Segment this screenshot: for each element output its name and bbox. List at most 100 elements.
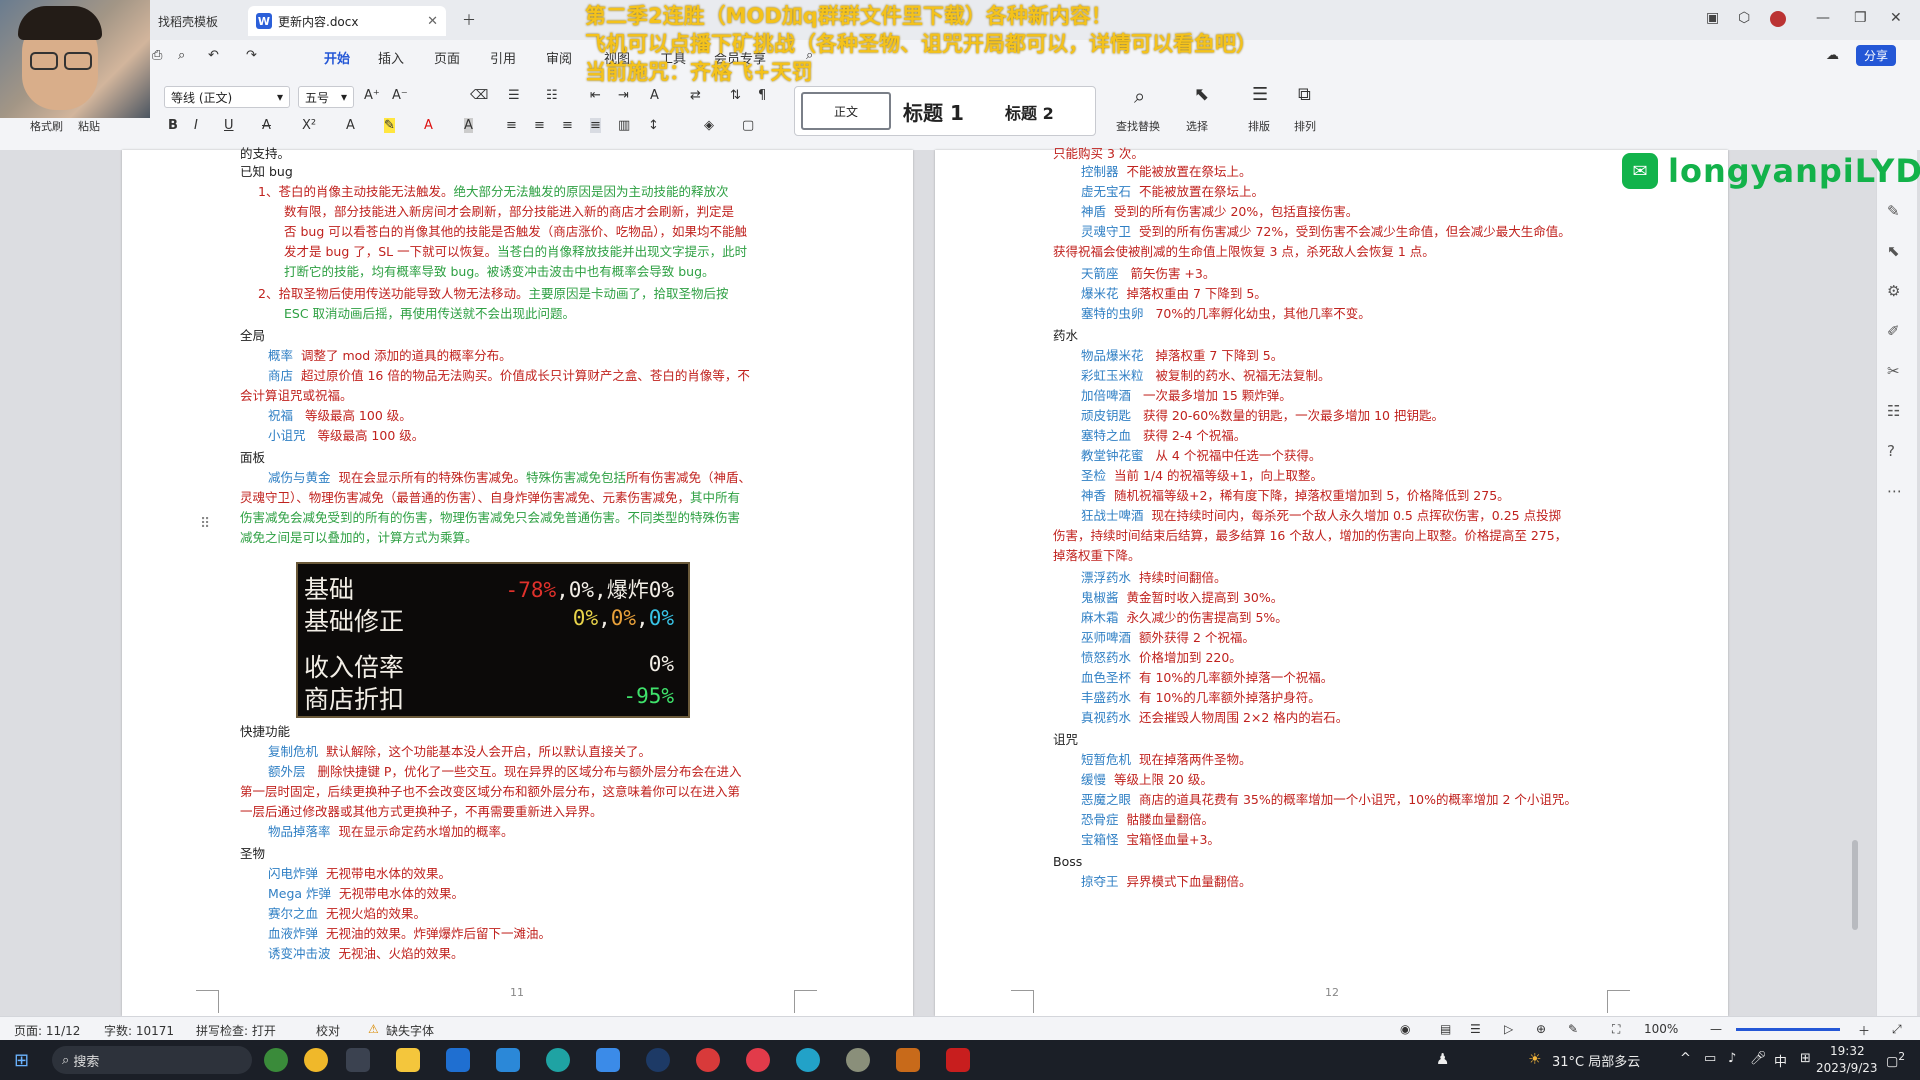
style-heading-2[interactable]: 标题 2 xyxy=(1005,100,1054,124)
numbering-icon[interactable]: ☷ xyxy=(546,88,558,103)
arrange-icon[interactable]: ⧉ xyxy=(1298,84,1311,105)
edge-icon[interactable] xyxy=(546,1048,570,1072)
fit-icon[interactable]: ⛶ xyxy=(1612,1022,1620,1037)
taskbar-search[interactable]: ⌕ 搜索 xyxy=(52,1046,252,1074)
drag-handle-icon[interactable]: ⠿ xyxy=(200,516,210,532)
char-shading-icon[interactable]: A xyxy=(464,118,473,133)
file-explorer-icon[interactable] xyxy=(396,1048,420,1072)
tab-page[interactable]: 页面 xyxy=(434,48,460,67)
grow-font-icon[interactable]: A⁺ xyxy=(364,88,380,103)
sliders-icon[interactable]: ⚙ xyxy=(1887,282,1900,300)
select-arrow-icon[interactable]: ⬉ xyxy=(1194,84,1209,105)
shrink-font-icon[interactable]: A⁻ xyxy=(392,88,408,103)
cloud-icon[interactable]: ☁ xyxy=(1826,48,1839,63)
paste-button[interactable]: 粘贴 xyxy=(78,118,100,134)
font-size-select[interactable]: 五号 ▾ xyxy=(298,86,354,108)
fullscreen-icon[interactable]: ⤢ xyxy=(1892,1022,1902,1037)
layout-icon[interactable]: ▣ xyxy=(1706,10,1719,26)
help-icon[interactable]: ? xyxy=(1887,442,1895,460)
cube-icon[interactable]: ⬡ xyxy=(1738,10,1750,26)
close-window-icon[interactable]: ✕ xyxy=(1890,10,1902,26)
select-button[interactable]: 选择 xyxy=(1186,118,1208,134)
layout-text-icon[interactable]: ☰ xyxy=(1252,84,1268,105)
border-icon[interactable]: ▢ xyxy=(742,118,754,133)
line-spacing-icon[interactable]: ↕ xyxy=(648,118,659,133)
zoom-out-icon[interactable]: — xyxy=(1710,1022,1722,1036)
ime-indicator[interactable]: 中 xyxy=(1774,1051,1787,1070)
font-color-icon[interactable]: A xyxy=(424,118,433,133)
tab-review[interactable]: 审阅 xyxy=(546,48,572,67)
game-app-icon[interactable] xyxy=(846,1048,870,1072)
task-view-icon[interactable] xyxy=(346,1048,370,1072)
orange-app-icon[interactable] xyxy=(896,1048,920,1072)
zoom-level[interactable]: 100% xyxy=(1644,1022,1678,1036)
arrange-button[interactable]: 排列 xyxy=(1294,118,1316,134)
cursor-icon[interactable]: ⬉ xyxy=(1887,242,1900,260)
restore-icon[interactable]: ❐ xyxy=(1854,10,1867,26)
find-replace-button[interactable]: 查找替换 xyxy=(1116,118,1160,134)
globe-app-icon[interactable] xyxy=(264,1048,288,1072)
italic-icon[interactable]: I xyxy=(194,118,198,133)
asian-layout-icon[interactable]: A xyxy=(650,88,659,103)
clock-date[interactable]: 2023/9/23 xyxy=(1816,1061,1878,1075)
weather-text[interactable]: 31°C 局部多云 xyxy=(1552,1051,1640,1070)
wps-icon[interactable] xyxy=(946,1048,970,1072)
text-effect-icon[interactable]: A xyxy=(346,118,355,133)
person-icon[interactable]: ♟ xyxy=(1436,1050,1449,1068)
style-heading-1[interactable]: 标题 1 xyxy=(903,97,964,126)
superscript-icon[interactable]: X² xyxy=(302,118,316,133)
layout-button[interactable]: 排版 xyxy=(1248,118,1270,134)
strikethrough-icon[interactable]: A xyxy=(262,118,271,133)
proofread-button[interactable]: 校对 xyxy=(316,1022,340,1039)
windows-start-icon[interactable]: ⊞ xyxy=(14,1050,29,1071)
edit-icon[interactable]: ✐ xyxy=(1887,322,1900,340)
zoom-slider[interactable] xyxy=(1736,1028,1840,1031)
mail-icon[interactable] xyxy=(496,1048,520,1072)
network-icon[interactable]: ▭ xyxy=(1704,1051,1716,1066)
word-count[interactable]: 字数: 10171 xyxy=(104,1022,174,1039)
netease-music-icon[interactable] xyxy=(746,1048,770,1072)
close-tab-icon[interactable]: ✕ xyxy=(427,14,438,29)
outline-view-icon[interactable]: ☰ xyxy=(1470,1022,1481,1036)
chevron-up-icon[interactable]: ^ xyxy=(1680,1051,1691,1066)
minimize-icon[interactable]: — xyxy=(1816,10,1830,26)
store-icon[interactable] xyxy=(446,1048,470,1072)
align-center-icon[interactable]: ≡ xyxy=(534,118,545,133)
underline-icon[interactable]: U xyxy=(224,118,234,133)
tab-references[interactable]: 引用 xyxy=(490,48,516,67)
blue-app-icon[interactable] xyxy=(796,1048,820,1072)
page-view-icon[interactable]: ▤ xyxy=(1440,1022,1451,1036)
page-indicator[interactable]: 页面: 11/12 xyxy=(14,1022,80,1039)
user-avatar[interactable] xyxy=(1770,11,1786,27)
clock-time[interactable]: 19:32 xyxy=(1830,1044,1865,1058)
new-tab-icon[interactable]: ＋ xyxy=(462,10,476,30)
more-icon[interactable]: ⋯ xyxy=(1887,482,1902,500)
tab-docer-templates[interactable]: 找稻壳模板 xyxy=(150,6,245,36)
find-icon[interactable]: ⌕ xyxy=(1134,84,1145,108)
pen-icon[interactable]: ✎ xyxy=(1887,202,1900,220)
yellow-app-icon[interactable] xyxy=(304,1048,328,1072)
pen-mode-icon[interactable]: ✎ xyxy=(1568,1022,1578,1036)
bullets-icon[interactable]: ☰ xyxy=(508,88,520,103)
indent-icon[interactable]: ⇥ xyxy=(618,88,629,103)
distribute-icon[interactable]: ▥ xyxy=(618,118,630,133)
print-icon[interactable]: ⎙ xyxy=(152,48,162,63)
page-12[interactable]: 只能购买 3 次。 控制器 不能被放置在祭坛上。 虚无宝石 不能被放置在祭坛上。… xyxy=(935,146,1728,1016)
undo-icon[interactable]: ↶ xyxy=(208,48,219,63)
justify-icon[interactable]: ≡ xyxy=(590,118,601,133)
style-normal[interactable]: 正文 xyxy=(801,92,891,130)
preview-icon[interactable]: ⌕ xyxy=(178,48,185,63)
font-family-select[interactable]: 等线 (正文) ▾ xyxy=(164,86,290,108)
show-marks-icon[interactable]: ¶ xyxy=(758,88,766,103)
align-left-icon[interactable]: ≡ xyxy=(506,118,517,133)
clear-format-icon[interactable]: ⌫ xyxy=(470,88,488,103)
shading-icon[interactable]: ◈ xyxy=(704,118,714,133)
sort-icon[interactable]: ⇅ xyxy=(730,88,741,103)
share-button[interactable]: 分享 xyxy=(1856,45,1897,66)
eye-icon[interactable]: ◉ xyxy=(1400,1022,1410,1036)
mic-icon[interactable]: 🎤︎ xyxy=(1750,1051,1767,1066)
vertical-scrollbar[interactable] xyxy=(1852,840,1858,930)
tools-icon[interactable]: ✂ xyxy=(1887,362,1900,380)
grid-icon[interactable]: ⊞ xyxy=(1800,1051,1811,1066)
steam-icon[interactable] xyxy=(646,1048,670,1072)
